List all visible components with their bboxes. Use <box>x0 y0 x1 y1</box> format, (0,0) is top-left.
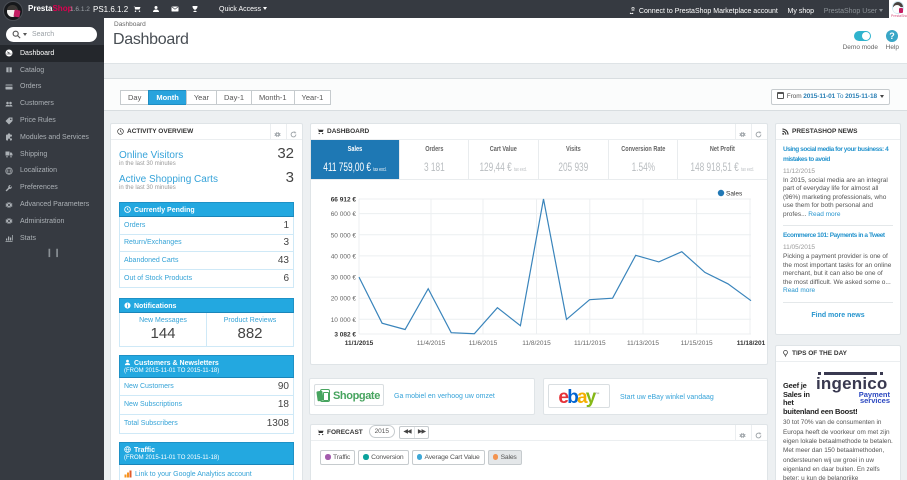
svg-text:66 912 €: 66 912 € <box>331 197 357 204</box>
svg-text:50 000 €: 50 000 € <box>331 232 357 239</box>
svg-text:60 000 €: 60 000 € <box>331 211 357 218</box>
svg-text:11/15/2015: 11/15/2015 <box>681 340 713 347</box>
svg-text:30 000 €: 30 000 € <box>331 275 357 282</box>
svg-text:11/13/2015: 11/13/2015 <box>627 340 659 347</box>
svg-text:11/4/2015: 11/4/2015 <box>417 340 446 347</box>
svg-text:11/1/2015: 11/1/2015 <box>345 340 374 347</box>
svg-text:40 000 €: 40 000 € <box>331 253 357 260</box>
svg-text:10 000 €: 10 000 € <box>331 317 357 324</box>
svg-text:11/8/2015: 11/8/2015 <box>522 340 551 347</box>
svg-text:3 082 €: 3 082 € <box>334 332 356 339</box>
svg-text:Sales: Sales <box>726 191 743 198</box>
svg-text:11/18/201: 11/18/201 <box>737 340 766 347</box>
svg-text:11/6/2015: 11/6/2015 <box>469 340 498 347</box>
svg-text:11/11/2015: 11/11/2015 <box>574 340 606 347</box>
svg-text:20 000 €: 20 000 € <box>331 296 357 303</box>
